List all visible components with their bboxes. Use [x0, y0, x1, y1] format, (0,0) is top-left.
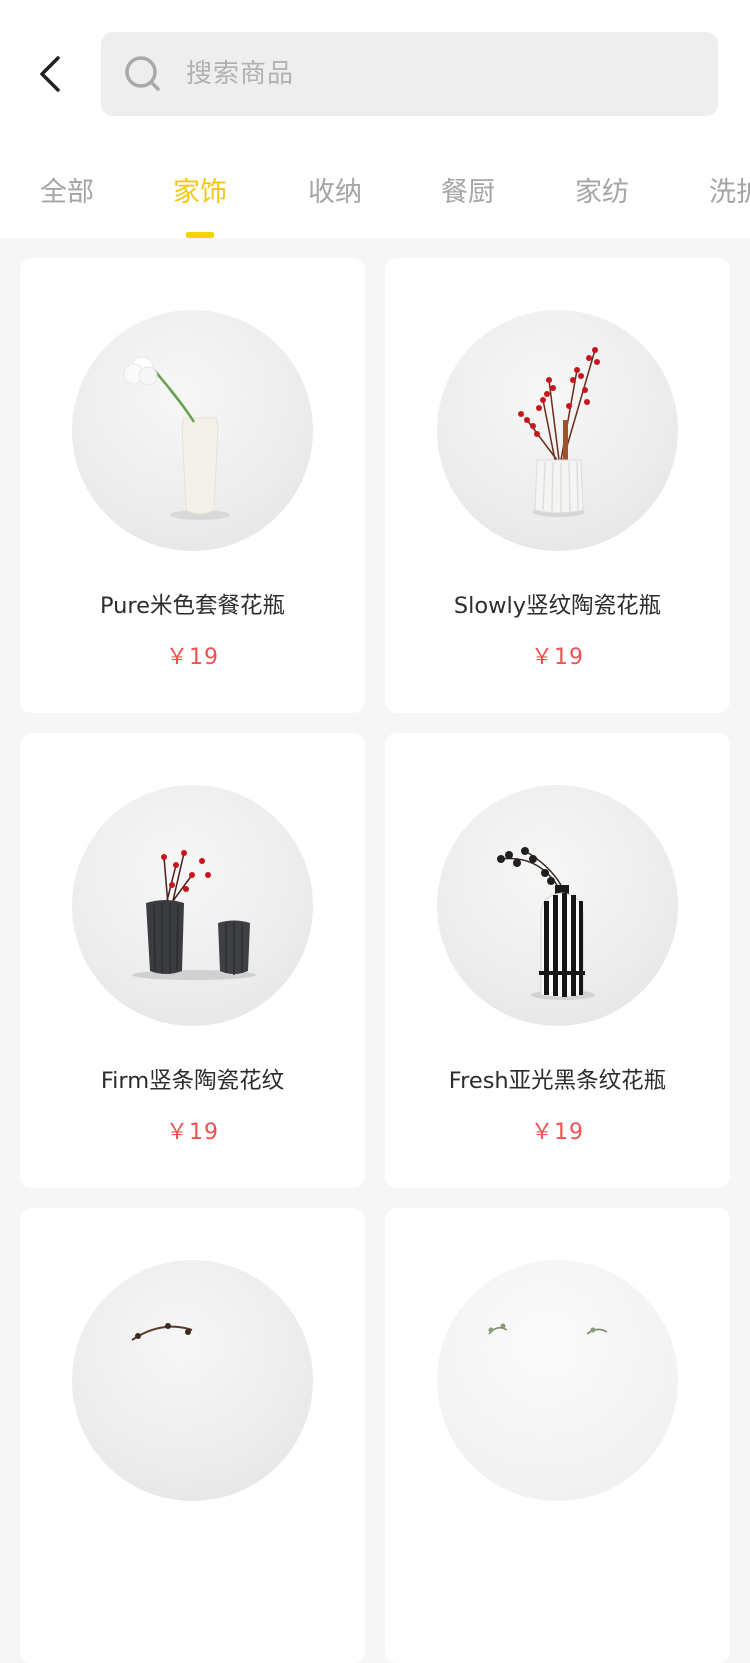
product-card[interactable]: Fresh亚光黑条纹花瓶 ￥19: [385, 733, 730, 1188]
product-image: [437, 785, 678, 1026]
search-placeholder: 搜索商品: [186, 59, 295, 89]
product-image: [437, 1260, 678, 1501]
search-icon: [123, 54, 163, 94]
top-bar: 搜索商品 全部 家饰 收纳 餐厨 家纺 洗护: [0, 0, 750, 238]
product-image: [437, 310, 678, 551]
product-price: ￥19: [531, 1120, 584, 1145]
product-card[interactable]: Pure米色套餐花瓶 ￥19: [20, 258, 365, 713]
product-card[interactable]: Firm竖条陶瓷花纹 ￥19: [20, 733, 365, 1188]
product-price: ￥19: [166, 1120, 219, 1145]
product-image: [72, 310, 313, 551]
product-card[interactable]: [385, 1208, 730, 1663]
product-name: Firm竖条陶瓷花纹: [100, 1068, 285, 1094]
product-price: ￥19: [531, 645, 584, 670]
product-image: [72, 1260, 313, 1501]
product-card[interactable]: Slowly竖纹陶瓷花瓶 ￥19: [385, 258, 730, 713]
tab-home-decor[interactable]: 家饰: [173, 170, 227, 209]
tab-wash-care[interactable]: 洗护: [709, 170, 750, 209]
product-name: Slowly竖纹陶瓷花瓶: [453, 593, 662, 619]
tab-storage[interactable]: 收纳: [308, 170, 362, 209]
search-input[interactable]: 搜索商品: [101, 32, 718, 116]
product-price: ￥19: [166, 645, 219, 670]
category-tabs: 全部 家饰 收纳 餐厨 家纺 洗护: [0, 150, 750, 238]
tab-kitchen[interactable]: 餐厨: [441, 170, 495, 209]
active-tab-indicator: [186, 232, 214, 238]
product-name: Pure米色套餐花瓶: [99, 593, 286, 619]
product-name: Fresh亚光黑条纹花瓶: [448, 1068, 667, 1094]
back-arrow-icon[interactable]: [34, 54, 74, 94]
tab-all[interactable]: 全部: [40, 170, 94, 209]
product-image: [72, 785, 313, 1026]
tab-textiles[interactable]: 家纺: [575, 170, 629, 209]
product-card[interactable]: [20, 1208, 365, 1663]
